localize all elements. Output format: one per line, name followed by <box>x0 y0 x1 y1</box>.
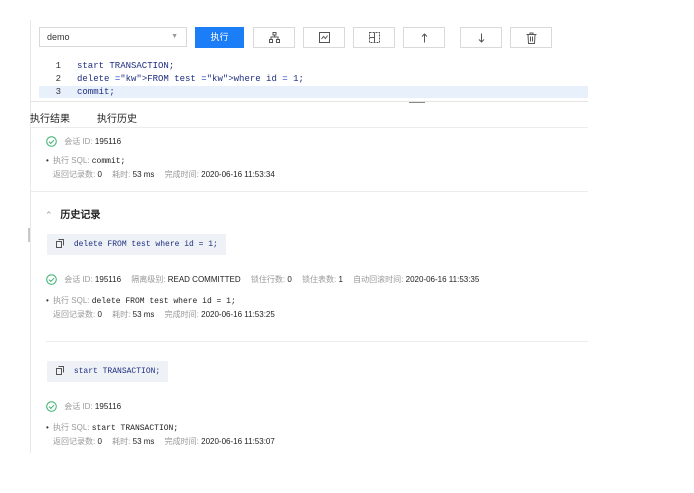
history-session-line: 会话 ID: 195116 隔离级别: READ COMMITTED 锁住行数:… <box>46 274 479 287</box>
elapsed-label: 耗时: <box>112 170 131 179</box>
session-id-value: 195116 <box>94 137 122 146</box>
locked-tables-value: 1 <box>338 275 343 284</box>
exec-sql-label: 执行 SQL: <box>53 156 90 165</box>
chart-button[interactable] <box>303 27 345 48</box>
auto-rollback-value: 2020-06-16 11:53:35 <box>405 275 480 284</box>
completed-label: 完成时间: <box>164 437 199 446</box>
rows-value: 0 <box>97 310 102 319</box>
left-divider <box>30 20 31 453</box>
elapsed-label: 耗时: <box>112 310 131 319</box>
sql-editor[interactable]: 1 start TRANSACTION; 2 delete ="kw">FROM… <box>39 60 588 100</box>
result-stats-line: 返回记录数: 0 耗时: 53 ms 完成时间: 2020-06-16 11:5… <box>53 169 275 180</box>
chevron-down-icon: ▼ <box>171 33 178 40</box>
session-id-value: 195116 <box>94 402 122 411</box>
history-sql-chip[interactable]: delete FROM test where id = 1; <box>47 234 226 255</box>
session-id-label: 会话 ID: <box>64 275 93 284</box>
elapsed-value: 53 ms <box>132 310 155 319</box>
database-select[interactable]: demo ▼ <box>39 27 187 47</box>
code-text: delete ="kw">FROM test ="kw">where id = … <box>77 74 304 84</box>
tabs-divider <box>30 127 588 128</box>
session-id-value: 195116 <box>94 275 122 284</box>
exec-sql-value: start TRANSACTION; <box>91 424 179 433</box>
locked-rows-value: 0 <box>287 275 292 284</box>
rows-label: 返回记录数: <box>53 170 96 179</box>
check-circle-icon <box>46 274 57 287</box>
history-toggle[interactable]: ⌃ 历史记录 <box>45 206 100 221</box>
isolation-label: 隔离级别: <box>131 275 166 284</box>
history-sql-text: start TRANSACTION; <box>73 367 161 376</box>
code-text: commit; <box>77 87 115 97</box>
execution-plan-button[interactable] <box>253 27 295 48</box>
result-session-line: 会话 ID: 195116 <box>46 136 121 149</box>
exec-sql-value: delete FROM test where id = 1; <box>91 297 236 306</box>
line-number: 2 <box>55 74 61 84</box>
arrow-down-icon <box>477 33 486 43</box>
completed-value: 2020-06-16 11:53:25 <box>201 310 275 319</box>
rows-label: 返回记录数: <box>53 310 96 319</box>
rows-label: 返回记录数: <box>53 437 96 446</box>
history-title: 历史记录 <box>60 210 101 221</box>
result-sql-line: • 执行 SQL: commit; <box>46 155 125 166</box>
code-line: 1 start TRANSACTION; <box>39 60 588 72</box>
arrow-up-icon <box>420 32 429 43</box>
chevron-up-icon: ⌃ <box>45 210 53 220</box>
exec-sql-label: 执行 SQL: <box>53 423 90 432</box>
line-number: 1 <box>55 61 61 71</box>
exec-sql-label: 执行 SQL: <box>53 296 90 305</box>
bullet: • <box>46 296 49 305</box>
move-up-button[interactable] <box>403 27 445 48</box>
chart-box-icon <box>318 32 330 43</box>
code-line: 2 delete ="kw">FROM test ="kw">where id … <box>39 73 588 85</box>
sitemap-icon <box>268 32 280 43</box>
history-sql-chip[interactable]: start TRANSACTION; <box>47 361 169 384</box>
copy-icon <box>56 236 64 257</box>
completed-value: 2020-06-16 11:53:07 <box>201 437 275 446</box>
code-line-active: 3 commit; <box>39 86 588 98</box>
code-text: start TRANSACTION; <box>77 61 175 71</box>
elapsed-value: 53 ms <box>132 170 155 179</box>
table-layout-icon <box>368 32 380 43</box>
elapsed-label: 耗时: <box>112 437 131 446</box>
history-sql-text: delete FROM test where id = 1; <box>73 240 218 249</box>
completed-label: 完成时间: <box>164 170 199 179</box>
session-id-label: 会话 ID: <box>64 402 93 411</box>
rows-value: 0 <box>97 437 102 446</box>
history-sql-line: • 执行 SQL: delete FROM test where id = 1; <box>46 295 236 306</box>
history-stats-line: 返回记录数: 0 耗时: 53 ms 完成时间: 2020-06-16 11:5… <box>53 309 275 320</box>
history-stats-line: 返回记录数: 0 耗时: 53 ms 完成时间: 2020-06-16 11:5… <box>53 436 275 447</box>
completed-label: 完成时间: <box>164 310 199 319</box>
clear-button[interactable] <box>510 27 552 48</box>
history-divider <box>46 341 588 342</box>
auto-rollback-label: 自动回滚时间: <box>353 275 404 284</box>
resize-handle[interactable] <box>28 228 30 242</box>
line-number: 3 <box>55 87 61 97</box>
session-id-label: 会话 ID: <box>64 137 93 146</box>
tab-results[interactable]: 执行结果 <box>30 110 70 125</box>
history-sql-line: • 执行 SQL: start TRANSACTION; <box>46 422 178 433</box>
isolation-value: READ COMMITTED <box>167 275 241 284</box>
move-down-button[interactable] <box>460 27 502 48</box>
copy-icon <box>56 363 64 384</box>
check-circle-icon <box>46 136 57 149</box>
elapsed-value: 53 ms <box>132 437 155 446</box>
editor-divider <box>30 101 588 102</box>
trash-icon <box>526 32 537 44</box>
rows-value: 0 <box>97 170 102 179</box>
editor-resize-handle[interactable] <box>409 102 425 103</box>
execute-button[interactable]: 执行 <box>195 27 244 48</box>
locked-tables-label: 锁住表数: <box>302 275 337 284</box>
bullet: • <box>46 156 49 165</box>
layout-button[interactable] <box>353 27 395 48</box>
exec-sql-value: commit; <box>91 157 126 166</box>
database-select-value: demo <box>47 32 70 42</box>
completed-value: 2020-06-16 11:53:34 <box>201 170 275 179</box>
section-divider <box>30 191 588 192</box>
locked-rows-label: 锁住行数: <box>250 275 286 284</box>
check-circle-icon <box>46 401 57 414</box>
tab-history[interactable]: 执行历史 <box>97 110 137 125</box>
bullet: • <box>46 423 49 432</box>
history-session-line: 会话 ID: 195116 <box>46 401 121 414</box>
